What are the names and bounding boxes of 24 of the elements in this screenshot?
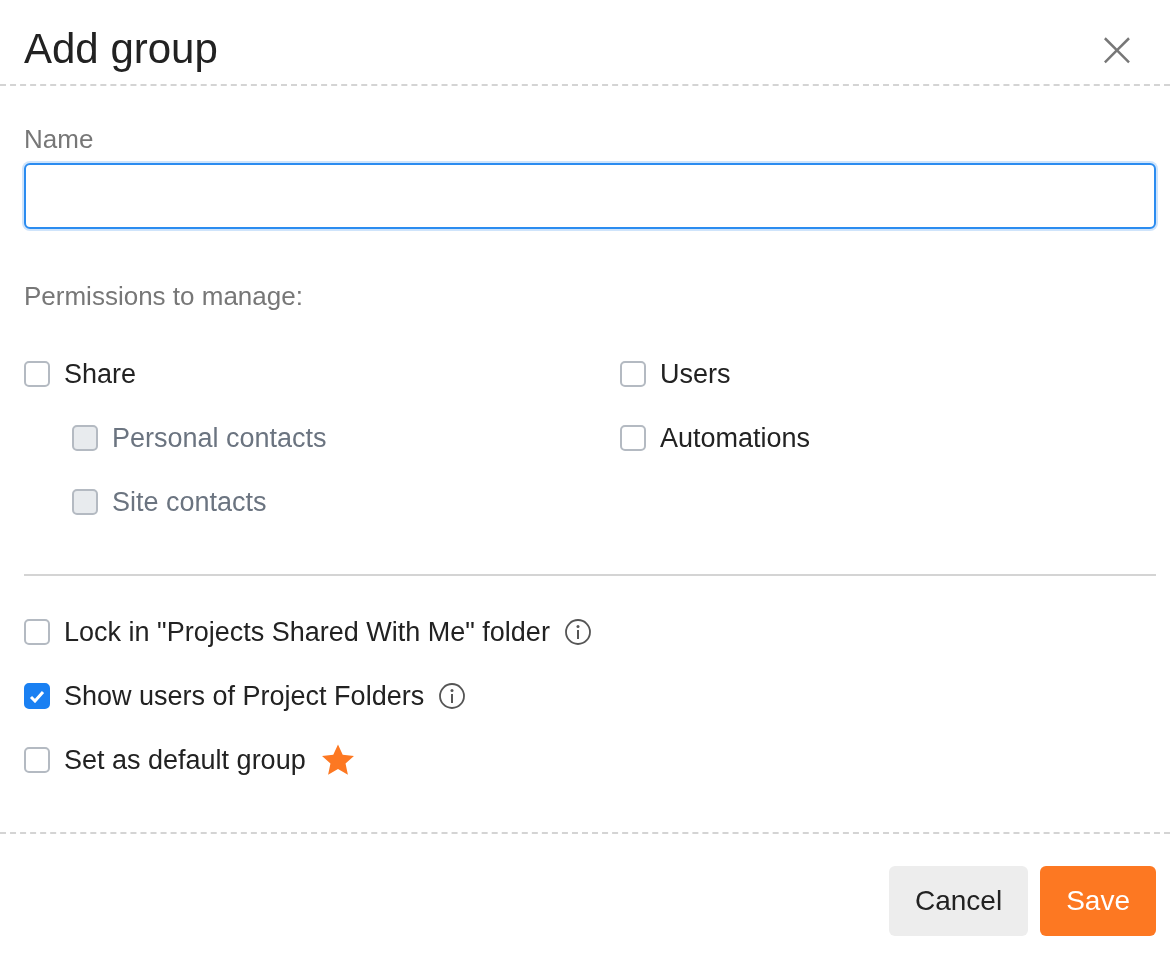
close-button[interactable]: ×	[1088, 24, 1146, 74]
checkbox[interactable]	[24, 361, 50, 387]
checkbox[interactable]	[620, 425, 646, 451]
checkmark-icon	[29, 689, 45, 703]
checkbox-label: Personal contacts	[112, 422, 327, 454]
dialog-title: Add group	[24, 25, 218, 73]
save-button[interactable]: Save	[1040, 866, 1156, 936]
field-label: Name	[24, 124, 95, 155]
checkbox[interactable]	[24, 747, 50, 773]
checkbox-label: Automations	[660, 422, 811, 454]
checkbox-label: Users	[660, 358, 731, 390]
name-input[interactable]	[24, 163, 1156, 229]
section-label: Permissions to manage:	[24, 281, 303, 312]
checkbox[interactable]	[24, 683, 50, 709]
checkbox-label: Site contacts	[112, 486, 267, 518]
cancel-button[interactable]: Cancel	[889, 866, 1029, 936]
checkbox-label: Set as default group	[64, 744, 306, 776]
checkbox[interactable]	[620, 361, 646, 387]
checkbox[interactable]	[24, 619, 50, 645]
checkbox-label: Lock in "Projects Shared With Me" folder	[64, 616, 550, 648]
info-icon[interactable]	[563, 618, 592, 646]
info-icon[interactable]	[438, 682, 467, 710]
checkbox-label: Show users of Project Folders	[64, 680, 425, 712]
checkbox-label: Share	[64, 358, 137, 390]
